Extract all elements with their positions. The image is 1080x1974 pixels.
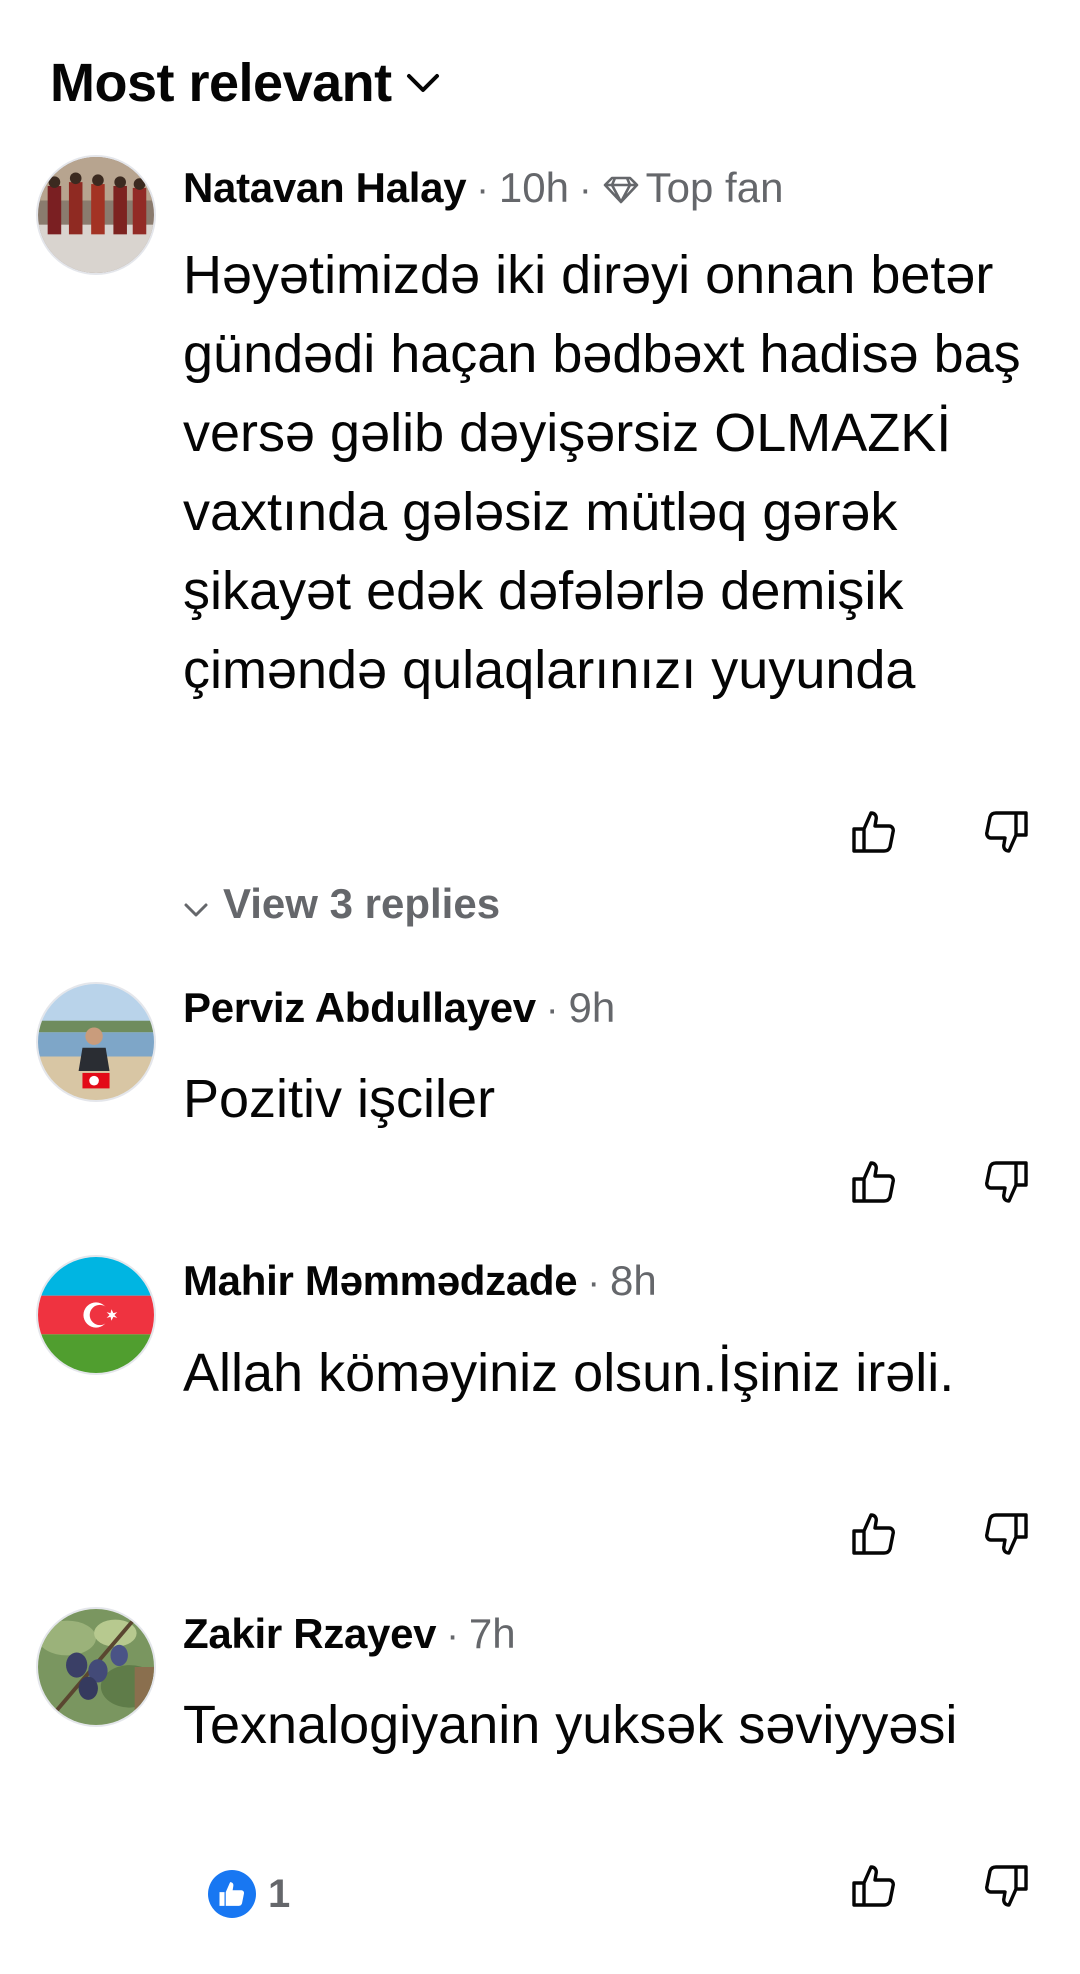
thumbs-down-icon[interactable]: [982, 1158, 1030, 1206]
timestamp[interactable]: 7h: [469, 1610, 516, 1658]
thumbs-up-icon[interactable]: [850, 1862, 898, 1910]
comment-text: Texnalogiyanin yuksək səviyyəsi: [183, 1695, 958, 1755]
comment-text: Həyətimizdə iki dirəyi onnan betər gündə…: [183, 245, 1021, 700]
thumbs-down-icon[interactable]: [982, 1510, 1030, 1558]
comment-meta: Zakir Rzayev · 7h: [183, 1610, 516, 1658]
comment-text: Allah köməyiniz olsun.İşiniz irəli.: [183, 1343, 955, 1403]
sort-label: Most relevant: [50, 53, 392, 113]
diamond-icon: [602, 164, 640, 212]
timestamp[interactable]: 8h: [610, 1257, 657, 1305]
author-name[interactable]: Perviz Abdullayev: [183, 984, 536, 1032]
view-replies-button[interactable]: View 3 replies: [183, 880, 500, 928]
avatar[interactable]: [36, 1607, 156, 1727]
comment-actions: [850, 1158, 1030, 1206]
author-name[interactable]: Zakir Rzayev: [183, 1610, 437, 1658]
separator-dot: ·: [446, 1615, 459, 1657]
author-name[interactable]: Mahir Məmmədzade: [183, 1257, 578, 1305]
sort-dropdown[interactable]: Most relevant: [50, 52, 440, 114]
comment-meta: Perviz Abdullayev · 9h: [183, 984, 615, 1032]
separator-dot: ·: [579, 169, 592, 211]
thumbs-up-icon[interactable]: [850, 808, 898, 856]
view-replies-label: View 3 replies: [223, 880, 501, 927]
avatar[interactable]: [36, 155, 156, 275]
chevron-down-icon: [183, 880, 209, 928]
timestamp[interactable]: 10h: [499, 164, 569, 212]
comment-meta: Natavan Halay · 10h · Top fan: [183, 164, 783, 212]
thumbs-down-icon[interactable]: [982, 808, 1030, 856]
separator-dot: ·: [545, 989, 559, 1031]
comment-text: Pozitiv işciler: [183, 1069, 496, 1129]
reaction-summary[interactable]: 1: [208, 1870, 290, 1918]
separator-dot: ·: [476, 169, 489, 211]
chevron-down-icon: [406, 72, 440, 94]
comment-meta: Mahir Məmmədzade · 8h: [183, 1257, 657, 1305]
reaction-count: 1: [268, 1871, 291, 1916]
thumbs-up-icon[interactable]: [850, 1510, 898, 1558]
like-reaction-icon: [208, 1870, 256, 1918]
avatar[interactable]: [36, 1255, 156, 1375]
thumbs-up-icon[interactable]: [850, 1158, 898, 1206]
top-fan-badge: Top fan: [602, 164, 784, 212]
avatar[interactable]: [36, 982, 156, 1102]
author-name[interactable]: Natavan Halay: [183, 164, 467, 212]
badge-label: Top fan: [645, 164, 784, 211]
comment-actions: [850, 1862, 1030, 1910]
timestamp[interactable]: 9h: [568, 984, 615, 1032]
separator-dot: ·: [587, 1262, 600, 1304]
thumbs-down-icon[interactable]: [982, 1862, 1030, 1910]
comment-actions: [850, 1510, 1030, 1558]
comment-actions: [850, 808, 1030, 856]
